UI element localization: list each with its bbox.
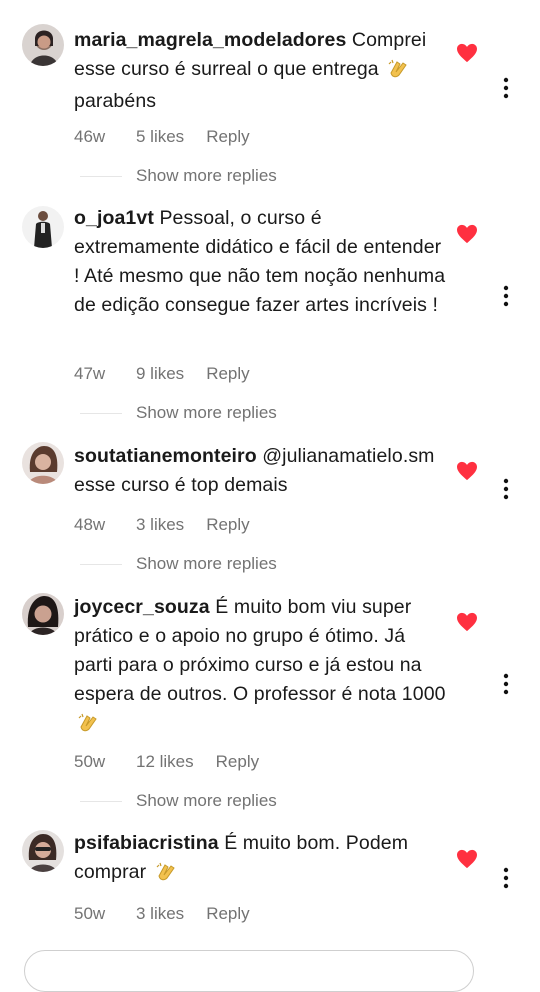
comment-text: psifabiacristina É muito bom. Podem comp… — [74, 829, 446, 890]
comment-body-end: parabéns — [74, 90, 157, 112]
show-more-replies-button[interactable]: Show more replies — [80, 166, 277, 186]
more-options-icon[interactable] — [496, 477, 516, 501]
comment-meta: 47w 9 likes Reply — [74, 364, 250, 384]
avatar[interactable] — [22, 830, 64, 872]
replies-divider — [80, 800, 122, 802]
show-more-replies-button[interactable]: Show more replies — [80, 403, 277, 423]
comment-username[interactable]: soutatianemonteiro — [74, 445, 257, 467]
heart-icon[interactable] — [456, 43, 478, 63]
comment-timestamp: 48w — [74, 515, 106, 534]
avatar[interactable] — [22, 206, 64, 248]
comment-likes-count[interactable]: 3 likes — [136, 904, 184, 924]
show-more-replies-label: Show more replies — [136, 403, 277, 422]
show-more-replies-button[interactable]: Show more replies — [80, 791, 277, 811]
reply-button[interactable]: Reply — [216, 752, 259, 772]
replies-divider — [80, 175, 122, 177]
comment-timestamp: 50w — [74, 752, 106, 771]
comment-meta: 50w 12 likes Reply — [74, 752, 259, 772]
comment-likes-count[interactable]: 9 likes — [136, 364, 184, 384]
comment-likes-count[interactable]: 3 likes — [136, 515, 184, 535]
more-options-icon[interactable] — [496, 672, 516, 696]
comment-likes-count[interactable]: 12 likes — [136, 752, 194, 772]
heart-icon[interactable] — [456, 461, 478, 481]
show-more-replies-label: Show more replies — [136, 791, 277, 810]
reply-button[interactable]: Reply — [206, 127, 249, 147]
comment-text: maria_magrela_modeladores Comprei esse c… — [74, 26, 446, 116]
comment-username[interactable]: maria_magrela_modeladores — [74, 29, 346, 51]
comment-username[interactable]: psifabiacristina — [74, 832, 219, 854]
comment-text: soutatianemonteiro @julianamatielo.sm es… — [74, 442, 446, 500]
replies-divider — [80, 412, 122, 414]
comment-text: joycecr_souza É muito bom viu super prát… — [74, 593, 446, 741]
heart-icon[interactable] — [456, 849, 478, 869]
comment-meta: 48w 3 likes Reply — [74, 515, 250, 535]
show-more-replies-label: Show more replies — [136, 166, 277, 185]
comment-likes-count[interactable]: 5 likes — [136, 127, 184, 147]
clapping-hands-emoji-icon — [77, 712, 99, 741]
reply-button[interactable]: Reply — [206, 904, 249, 924]
more-options-icon[interactable] — [496, 866, 516, 890]
comment-timestamp: 47w — [74, 364, 106, 383]
replies-divider — [80, 563, 122, 565]
comment-timestamp: 50w — [74, 904, 106, 923]
heart-icon[interactable] — [456, 612, 478, 632]
more-options-icon[interactable] — [496, 76, 516, 100]
show-more-replies-label: Show more replies — [136, 554, 277, 573]
comment-text: o_joa1vt Pessoal, o curso é extremamente… — [74, 204, 446, 320]
comment-username[interactable]: joycecr_souza — [74, 596, 210, 618]
comment-timestamp: 46w — [74, 127, 106, 146]
clapping-hands-emoji-icon — [155, 861, 177, 890]
show-more-replies-button[interactable]: Show more replies — [80, 554, 277, 574]
avatar[interactable] — [22, 593, 64, 635]
more-options-icon[interactable] — [496, 284, 516, 308]
avatar[interactable] — [22, 442, 64, 484]
clapping-hands-emoji-icon — [387, 58, 409, 87]
heart-icon[interactable] — [456, 224, 478, 244]
comment-meta: 50w 3 likes Reply — [74, 904, 250, 924]
avatar[interactable] — [22, 24, 64, 66]
comment-username[interactable]: o_joa1vt — [74, 207, 154, 229]
comment-meta: 46w 5 likes Reply — [74, 127, 250, 147]
reply-button[interactable]: Reply — [206, 515, 249, 535]
comment-input-bar[interactable] — [24, 950, 474, 992]
reply-button[interactable]: Reply — [206, 364, 249, 384]
